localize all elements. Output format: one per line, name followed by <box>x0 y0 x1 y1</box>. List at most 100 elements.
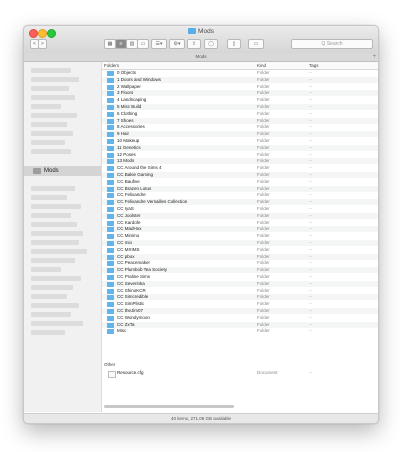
folder-icon <box>107 139 114 144</box>
list-item[interactable]: 12 Poses Folder -- <box>102 152 378 158</box>
action-button[interactable]: ⚙▾ <box>169 39 185 49</box>
item-tags: -- <box>309 246 312 252</box>
sidebar-item-blurred[interactable] <box>31 285 73 290</box>
list-item[interactable]: CC ShinoKCR Folder -- <box>102 288 378 294</box>
item-tags: -- <box>309 138 312 143</box>
sidebar-item-blurred[interactable] <box>31 140 65 145</box>
item-kind: Folder <box>257 260 270 266</box>
list-item[interactable]: CC Praline Sims Folder -- <box>102 274 378 280</box>
list-item[interactable]: CC Brazen Lotus Folder -- <box>102 185 378 192</box>
new-folder-button[interactable]: ▭ <box>248 39 264 49</box>
sidebar-item-blurred[interactable] <box>31 303 79 308</box>
item-tags: -- <box>309 370 312 375</box>
list-item[interactable]: CC Around the Sims 4 Folder -- <box>102 165 378 172</box>
column-header-tags[interactable]: Tags <box>309 62 319 69</box>
list-item[interactable]: CC Kardofe Folder -- <box>102 220 378 226</box>
list-item[interactable]: CC Plumbob Tea Society Folder -- <box>102 267 378 274</box>
list-item[interactable]: 2 Wallpaper Folder -- <box>102 84 378 90</box>
sidebar-item-blurred[interactable] <box>31 195 67 200</box>
sidebar-item-blurred[interactable] <box>31 321 83 326</box>
list-item[interactable]: 6 Clothing Folder -- <box>102 111 378 117</box>
list-item[interactable]: 3 Floors Folder -- <box>102 90 378 97</box>
path-button[interactable]: ▯ <box>227 39 241 49</box>
sidebar-item-blurred[interactable] <box>31 86 69 91</box>
sidebar-item-blurred[interactable] <box>31 213 71 218</box>
list-item[interactable]: CC ZxTa Folder -- <box>102 321 378 328</box>
item-name: CC Praline Sims <box>117 274 151 279</box>
gallery-view-button[interactable]: ▭ <box>137 39 149 49</box>
sidebar-item-blurred[interactable] <box>31 312 71 317</box>
list-item[interactable]: 8 Accessories Folder -- <box>102 124 378 131</box>
folder-icon <box>107 125 114 131</box>
list-item[interactable]: CC Simcredible Folder -- <box>102 294 378 301</box>
sidebar-item-mods[interactable]: Mods <box>24 166 101 176</box>
sidebar-item-blurred[interactable] <box>31 240 79 245</box>
new-tab-button[interactable]: + <box>372 53 376 61</box>
tab-mods[interactable]: Mods <box>195 54 206 59</box>
sidebar-item-blurred[interactable] <box>31 231 83 236</box>
list-item[interactable]: CC Minimo Folder -- <box>102 233 378 240</box>
sidebar-item-blurred[interactable] <box>31 131 73 136</box>
sidebar-item-blurred[interactable] <box>31 294 67 299</box>
tag-button[interactable]: ◯ <box>204 39 218 49</box>
list-item[interactable]: CC MadHox Folder -- <box>102 226 378 233</box>
list-item[interactable]: CC Joolster Folder -- <box>102 212 378 219</box>
item-name: 13 Mods <box>117 158 135 164</box>
list-item[interactable]: 11 Genetics Folder -- <box>102 144 378 151</box>
sidebar-item-blurred[interactable] <box>31 258 75 263</box>
list-item[interactable]: CC mio Folder -- <box>102 240 378 246</box>
list-item[interactable]: 4 Landscaping Folder -- <box>102 97 378 104</box>
item-name: CC SimPlistic <box>117 301 145 307</box>
column-header-kind[interactable]: Kind <box>257 62 266 69</box>
sidebar-item-blurred[interactable] <box>31 113 77 118</box>
list-item[interactable]: Misc Folder -- <box>102 328 378 335</box>
item-name: Resource.cfg <box>117 370 144 375</box>
list-item[interactable]: CC Wondymoon Folder -- <box>102 315 378 321</box>
folder-icon <box>188 28 197 34</box>
list-item[interactable]: CC Felixandre Folder -- <box>102 192 378 199</box>
sidebar-item-blurred[interactable] <box>31 222 77 227</box>
sidebar-item-blurred[interactable] <box>31 267 61 272</box>
list-item[interactable]: CC MXIMS Folder -- <box>102 247 378 253</box>
share-button[interactable]: ⇪ <box>187 39 201 49</box>
item-tags: -- <box>309 240 312 245</box>
sidebar-item-blurred[interactable] <box>31 276 81 281</box>
sidebar-item-blurred[interactable] <box>31 104 61 109</box>
list-item[interactable]: CC Felixandre Versailles Collection Folde… <box>102 199 378 206</box>
list-item[interactable]: CC Bakie Gaming Folder -- <box>102 172 378 178</box>
list-item[interactable]: 0 Objects Folder -- <box>102 70 378 76</box>
folder-icon <box>107 329 114 335</box>
forward-button[interactable]: > <box>38 39 47 49</box>
list-item[interactable]: CC pbox Folder -- <box>102 253 378 260</box>
list-item[interactable]: CC IyaS Folder -- <box>102 206 378 212</box>
list-item[interactable]: CC Baufive Folder -- <box>102 179 378 185</box>
list-item[interactable]: CC theJim07 Folder -- <box>102 308 378 314</box>
sidebar-item-blurred[interactable] <box>31 330 65 335</box>
search-input[interactable]: Q Search <box>291 39 373 49</box>
sidebar-item-blurred[interactable] <box>31 77 79 82</box>
list-item[interactable]: CC Peacemaker Folder -- <box>102 260 378 267</box>
sidebar-item-blurred[interactable] <box>31 68 71 73</box>
list-item[interactable]: 10 Makeup Folder -- <box>102 138 378 144</box>
column-header-name[interactable]: Folders <box>104 62 119 69</box>
sidebar-item-blurred[interactable] <box>31 95 75 100</box>
item-tags: -- <box>309 267 312 273</box>
list-item[interactable]: CC SimPlistic Folder -- <box>102 301 378 308</box>
group-button[interactable]: ☰▾ <box>151 39 167 49</box>
horizontal-scrollbar[interactable] <box>104 405 234 408</box>
folder-icon <box>107 268 114 274</box>
sidebar-item-blurred[interactable] <box>31 122 67 127</box>
list-item[interactable]: 7 Shoes Folder -- <box>102 117 378 124</box>
list-item[interactable]: 13 Mods Folder -- <box>102 158 378 165</box>
list-item[interactable]: 5 Misc Build Folder -- <box>102 104 378 110</box>
sidebar-item-blurred[interactable] <box>31 186 75 191</box>
item-tags: -- <box>309 260 312 266</box>
sidebar-item-blurred[interactable] <box>31 149 71 154</box>
item-kind: Folder <box>257 219 270 225</box>
list-item[interactable]: CC Severinka Folder -- <box>102 280 378 287</box>
list-item[interactable]: Resource.cfg Document -- <box>102 370 378 378</box>
sidebar-item-blurred[interactable] <box>31 204 81 209</box>
sidebar-item-blurred[interactable] <box>31 249 87 254</box>
list-item[interactable]: 1 Doors and Windows Folder -- <box>102 76 378 83</box>
list-item[interactable]: 9 Hair Folder -- <box>102 131 378 138</box>
